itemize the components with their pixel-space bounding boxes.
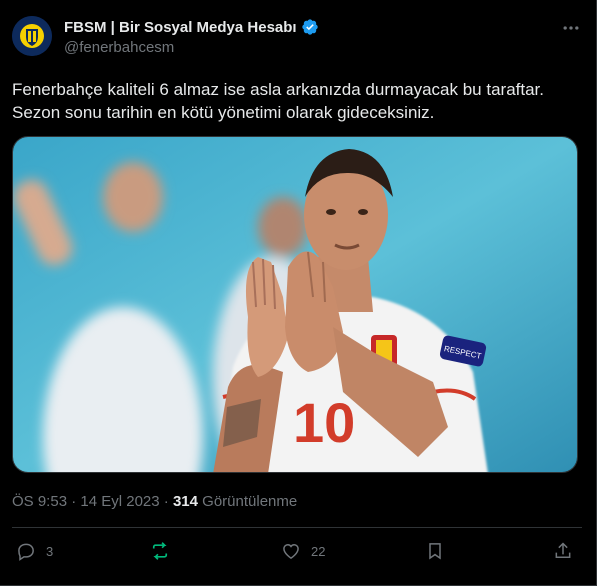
views-label: Görüntülenme xyxy=(202,493,298,510)
meta-separator: · xyxy=(71,493,81,510)
reply-count: 3 xyxy=(46,543,54,559)
reply-button[interactable]: 3 xyxy=(16,539,53,563)
tweet-line-1: Fenerbahçe kaliteli 6 almaz ise asla ark… xyxy=(12,80,544,99)
share-icon xyxy=(555,542,571,558)
tweet-time[interactable]: ÖS 9:53 xyxy=(12,493,67,510)
reply-icon xyxy=(18,543,34,561)
like-count: 22 xyxy=(311,543,326,559)
actions-divider xyxy=(12,527,582,528)
like-button[interactable]: 22 xyxy=(281,539,325,563)
tweet-line-2: Sezon sonu tarihin en kötü yönetimi olar… xyxy=(12,103,435,122)
more-dots-icon xyxy=(563,26,579,30)
bookmark-button[interactable] xyxy=(425,539,445,563)
verified-badge-icon xyxy=(301,19,318,35)
football-player-photo: RESPECT 10 xyxy=(13,137,577,472)
tweet-photo[interactable]: RESPECT 10 xyxy=(12,136,578,473)
share-button[interactable] xyxy=(553,539,573,563)
author-name-row: FBSM | Bir Sosyal Medya Hesabı xyxy=(64,18,319,36)
repost-button[interactable] xyxy=(150,539,180,563)
avatar[interactable] xyxy=(12,16,52,56)
heart-icon xyxy=(283,543,299,559)
author-handle[interactable]: @fenerbahcesm xyxy=(64,39,174,56)
fenerbahce-logo-icon xyxy=(12,16,52,56)
display-name[interactable]: FBSM | Bir Sosyal Medya Hesabı xyxy=(64,19,297,36)
tweet-text: Fenerbahçe kaliteli 6 almaz ise asla ark… xyxy=(12,78,582,124)
bookmark-icon xyxy=(429,543,441,560)
jersey-number: 10 xyxy=(293,391,355,454)
meta-separator: · xyxy=(163,493,173,510)
tweet-meta: ÖS 9:53 · 14 Eyl 2023 · 314 Görüntülenme xyxy=(12,493,297,510)
more-options-button[interactable] xyxy=(561,18,581,38)
repost-icon xyxy=(152,542,168,560)
views-count: 314 xyxy=(172,493,198,510)
tweet-date[interactable]: 14 Eyl 2023 xyxy=(80,493,159,510)
